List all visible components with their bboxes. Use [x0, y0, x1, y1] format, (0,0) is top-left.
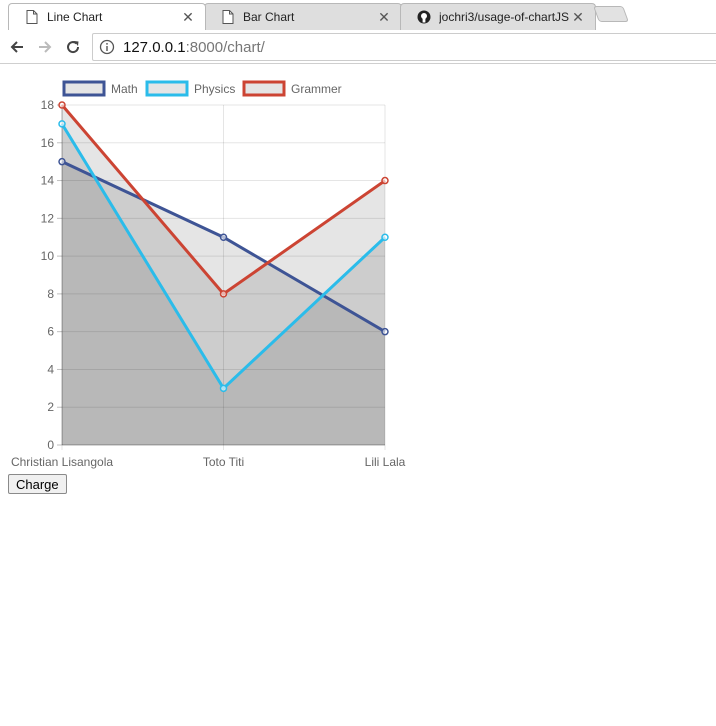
y-tick-label: 0: [47, 438, 54, 452]
browser-toolbar: 127.0.0.1:8000/chart/: [0, 30, 716, 64]
data-point-math: [381, 327, 389, 336]
close-icon[interactable]: ✕: [181, 9, 195, 25]
info-icon: [99, 39, 115, 55]
address-bar[interactable]: 127.0.0.1:8000/chart/: [92, 33, 716, 61]
legend-label-grammer: Grammer: [291, 82, 342, 96]
y-tick-label: 18: [41, 98, 55, 112]
y-tick-label: 4: [47, 362, 54, 376]
reload-icon: [67, 41, 80, 54]
x-tick-label: Christian Lisangola: [11, 455, 113, 469]
data-point-grammer: [58, 101, 66, 109]
url-path: :8000/chart/: [185, 38, 265, 56]
y-tick-label: 10: [41, 249, 55, 263]
tab-title: jochri3/usage-of-chartJS: [439, 10, 570, 24]
forward-button[interactable]: [34, 36, 56, 58]
tab-title: Bar Chart: [243, 10, 295, 24]
y-tick-label: 12: [41, 211, 55, 225]
close-icon[interactable]: ✕: [377, 9, 391, 25]
y-tick-label: 14: [41, 174, 55, 188]
new-tab-button[interactable]: [593, 6, 629, 22]
x-tick-label: Lili Lala: [365, 455, 406, 469]
y-tick-label: 2: [47, 400, 54, 414]
y-tick-label: 6: [47, 325, 54, 339]
tab-line-chart[interactable]: Line Chart ✕: [8, 3, 206, 30]
data-point-grammer: [381, 176, 389, 185]
data-point-physics: [58, 120, 66, 128]
browser-tabstrip: Line Chart ✕ Bar Chart ✕ jochri3/usage-o…: [0, 0, 716, 30]
legend-label-physics: Physics: [194, 82, 235, 96]
page-icon: [221, 10, 235, 24]
data-point-physics: [219, 384, 228, 393]
x-tick-label: Toto Titi: [203, 455, 244, 469]
y-tick-label: 8: [47, 287, 54, 301]
line-chart-canvas: 0 2 4 6 8 10 12 14 16 18 Christian Lisangola Toto T…: [11, 80, 406, 469]
legend-swatch-grammer: [242, 80, 286, 97]
data-point-grammer: [219, 290, 228, 298]
url-host: 127.0.0.1: [123, 38, 186, 56]
tab-title: Line Chart: [47, 10, 103, 24]
back-button[interactable]: [6, 36, 28, 58]
close-icon[interactable]: ✕: [571, 9, 585, 25]
legend-swatch-math: [62, 80, 106, 97]
legend-label-math: Math: [111, 82, 138, 96]
line-chart: 0 2 4 6 8 10 12 14 16 18 Christian Lisangola Toto T…: [0, 70, 420, 470]
arrow-left-icon: [10, 41, 23, 53]
reload-button[interactable]: [62, 36, 84, 58]
tab-bar-chart[interactable]: Bar Chart ✕: [204, 3, 402, 30]
tab-github[interactable]: jochri3/usage-of-chartJS ✕: [400, 3, 596, 30]
github-icon: [417, 10, 431, 24]
page-icon: [25, 10, 39, 24]
data-point-math: [219, 233, 228, 241]
data-point-physics: [381, 233, 389, 241]
arrow-right-icon: [39, 41, 52, 53]
y-tick-label: 16: [41, 136, 55, 150]
legend-swatch-physics: [145, 80, 189, 97]
data-point-math: [58, 157, 66, 166]
charge-button[interactable]: Charge: [8, 474, 67, 494]
